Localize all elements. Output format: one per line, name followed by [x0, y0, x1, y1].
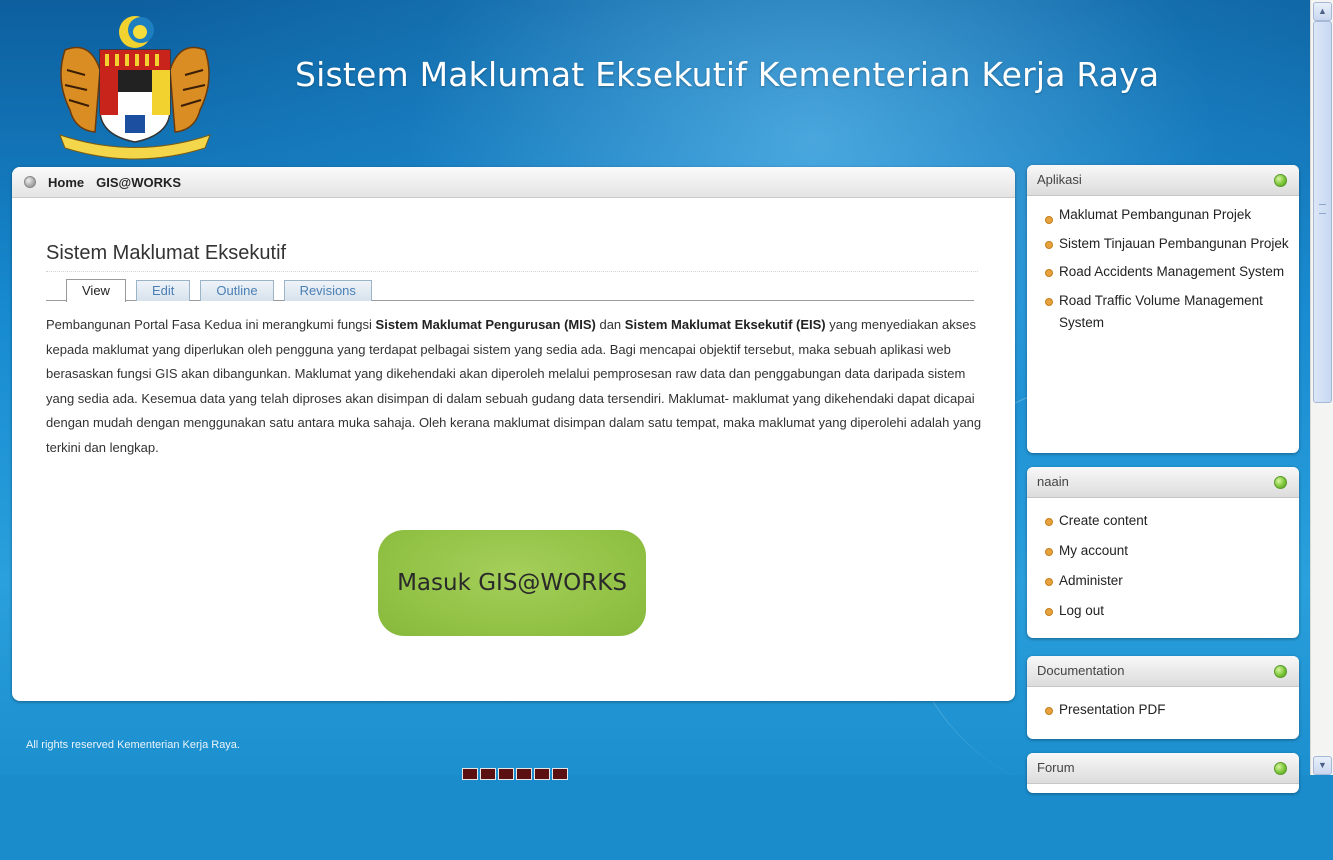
scroll-up-arrow-icon[interactable]: ▲ [1313, 2, 1332, 21]
aplikasi-list: Maklumat Pembangunan Projek Sistem Tinja… [1027, 196, 1299, 349]
aplikasi-item-road-accidents[interactable]: Road Accidents Management System [1045, 261, 1289, 290]
tab-view[interactable]: View [66, 279, 126, 302]
block-aplikasi: Aplikasi Maklumat Pembangunan Projek Sis… [1027, 165, 1299, 453]
grip-icon [1319, 204, 1326, 214]
block-documentation: Documentation Presentation PDF [1027, 656, 1299, 739]
footer-badge-icon [516, 768, 532, 780]
malaysia-coat-of-arms-icon [59, 16, 211, 160]
tab-revisions[interactable]: Revisions [283, 280, 372, 301]
aplikasi-item-sistem-tinjauan[interactable]: Sistem Tinjauan Pembangunan Projek [1045, 233, 1289, 262]
body-text-2: dan [595, 317, 625, 332]
footer-copyright: All rights reserved Kementerian Kerja Ra… [26, 739, 240, 751]
footer-badge-icon [552, 768, 568, 780]
body-bold-eis: Sistem Maklumat Eksekutif (EIS) [624, 317, 826, 332]
footer-badge-icon [480, 768, 496, 780]
body-text-1: Pembangunan Portal Fasa Kedua ini merang… [46, 317, 376, 332]
aplikasi-item-maklumat-pembangunan[interactable]: Maklumat Pembangunan Projek [1045, 204, 1289, 233]
main-content-panel: Home GIS@WORKS Sistem Maklumat Eksekutif… [12, 167, 1015, 701]
title-divider [46, 271, 978, 272]
body-bold-mis: Sistem Maklumat Pengurusan (MIS) [375, 317, 596, 332]
node-tabs: View Edit Outline Revisions [66, 278, 382, 302]
documentation-list: Presentation PDF [1027, 687, 1299, 733]
primary-navbar: Home GIS@WORKS [12, 167, 1015, 198]
user-menu-create-content[interactable]: Create content [1045, 506, 1289, 536]
block-documentation-title: Documentation [1037, 663, 1125, 678]
aplikasi-item-road-traffic[interactable]: Road Traffic Volume Management System [1045, 290, 1289, 341]
status-dot-icon [1274, 665, 1287, 678]
user-menu-my-account[interactable]: My account [1045, 536, 1289, 566]
status-dot-icon [1274, 762, 1287, 775]
footer-badge-icon [534, 768, 550, 780]
user-menu-administer[interactable]: Administer [1045, 566, 1289, 596]
body-text-3: yang menyediakan akses kepada maklumat y… [46, 317, 982, 455]
vertical-scrollbar[interactable]: ▲ ▼ [1310, 0, 1333, 775]
block-documentation-header: Documentation [1027, 656, 1299, 687]
block-aplikasi-title: Aplikasi [1037, 172, 1082, 187]
user-menu-log-out[interactable]: Log out [1045, 596, 1289, 626]
nav-gisworks-link[interactable]: GIS@WORKS [96, 175, 181, 190]
block-forum-header: Forum [1027, 753, 1299, 784]
scrollbar-thumb[interactable] [1313, 21, 1332, 403]
user-menu-list: Create content My account Administer Log… [1027, 498, 1299, 634]
block-user-title: naain [1037, 474, 1069, 489]
status-dot-icon [1274, 174, 1287, 187]
tab-edit[interactable]: Edit [135, 280, 191, 301]
masuk-gisworks-button[interactable]: Masuk GIS@WORKS [378, 530, 646, 636]
tab-outline[interactable]: Outline [200, 280, 274, 301]
nav-bullet-icon [24, 176, 36, 188]
block-forum-title: Forum [1037, 760, 1075, 775]
nav-home-link[interactable]: Home [48, 175, 84, 190]
documentation-item-presentation-pdf[interactable]: Presentation PDF [1045, 695, 1289, 725]
block-forum: Forum [1027, 753, 1299, 793]
block-user-header: naain [1027, 467, 1299, 498]
body-paragraph: Pembangunan Portal Fasa Kedua ini merang… [46, 313, 996, 461]
block-user-menu: naain Create content My account Administ… [1027, 467, 1299, 638]
scroll-down-arrow-icon[interactable]: ▼ [1313, 756, 1332, 775]
block-aplikasi-header: Aplikasi [1027, 165, 1299, 196]
site-title: Sistem Maklumat Eksekutif Kementerian Ke… [295, 55, 1160, 94]
footer-badge-icon [462, 768, 478, 780]
footer-badge-icon [498, 768, 514, 780]
page-title: Sistem Maklumat Eksekutif [46, 242, 287, 264]
footer-badges [462, 768, 570, 780]
status-dot-icon [1274, 476, 1287, 489]
